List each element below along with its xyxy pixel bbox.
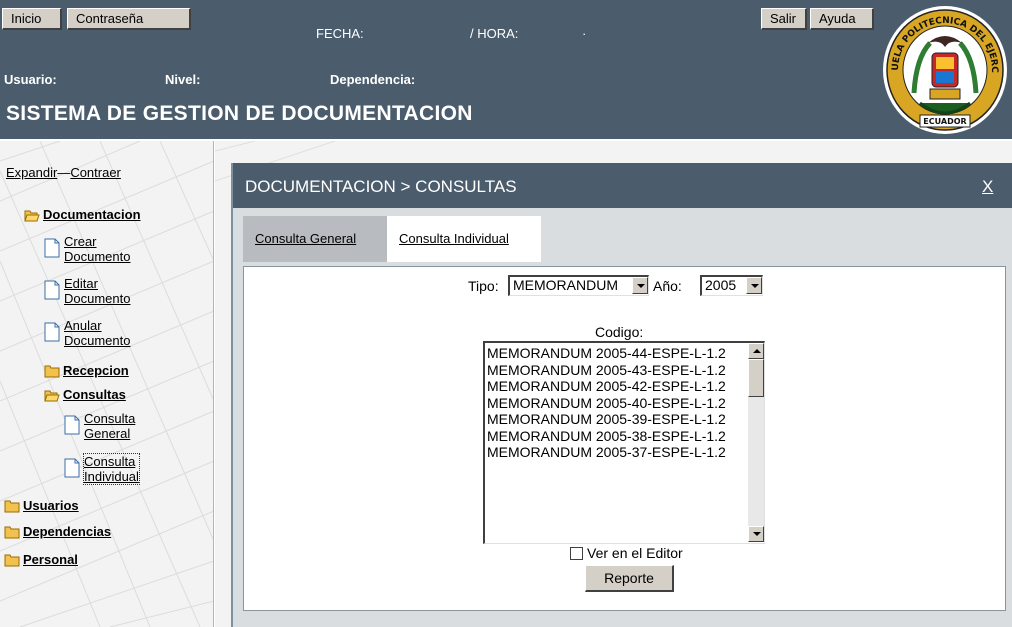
- folder-icon: [4, 526, 20, 539]
- document-icon: [44, 238, 60, 258]
- inicio-button[interactable]: Inicio: [2, 8, 62, 30]
- documento-label: Documento: [64, 249, 131, 264]
- fecha-label: FECHA:: [316, 26, 364, 41]
- list-item[interactable]: MEMORANDUM 2005-37-ESPE-L-1.2: [487, 444, 726, 461]
- ver-editor-label: Ver en el Editor: [587, 545, 683, 561]
- anio-select[interactable]: 2005: [700, 275, 763, 296]
- ayuda-button[interactable]: Ayuda: [810, 8, 874, 30]
- usuario-label: Usuario:: [4, 72, 57, 87]
- document-icon: [64, 458, 80, 478]
- tree-folder-documentacion[interactable]: Documentacion: [24, 207, 141, 223]
- documento-label: Documento: [64, 291, 131, 306]
- folder-icon: [4, 500, 20, 513]
- tree-folder-personal[interactable]: Personal: [4, 552, 78, 568]
- dependencia-label: Dependencia:: [330, 72, 416, 87]
- listbox-scrollbar[interactable]: [748, 343, 764, 542]
- svg-text:ECUADOR: ECUADOR: [923, 117, 966, 126]
- tipo-selected-value: MEMORANDUM: [513, 277, 618, 293]
- document-icon: [44, 322, 60, 342]
- tree-folder-consultas[interactable]: Consultas: [44, 387, 126, 403]
- tree-item-anular-documento[interactable]: Anular Documento: [44, 318, 130, 348]
- consulta-form: Tipo: MEMORANDUM Año: 2005 Codigo: MEMOR…: [243, 266, 1006, 611]
- ver-editor-row: Ver en el Editor: [570, 545, 683, 561]
- document-icon: [44, 280, 60, 300]
- dropdown-arrow-icon[interactable]: [746, 277, 762, 294]
- consultas-panel: DOCUMENTACION > CONSULTAS X Consulta Gen…: [231, 163, 1012, 627]
- tree-item-editar-documento[interactable]: Editar Documento: [44, 276, 130, 306]
- documento-label: Documento: [64, 333, 131, 348]
- tree-folder-usuarios[interactable]: Usuarios: [4, 498, 79, 514]
- folder-icon: [44, 365, 60, 378]
- contrasena-button[interactable]: Contraseña: [67, 8, 191, 30]
- list-item[interactable]: MEMORANDUM 2005-43-ESPE-L-1.2: [487, 362, 726, 379]
- panel-header: DOCUMENTACION > CONSULTAS X: [233, 163, 1012, 208]
- folder-icon: [4, 554, 20, 567]
- hora-label: / HORA:: [470, 26, 519, 41]
- anio-label: Año:: [653, 278, 682, 294]
- ver-editor-checkbox[interactable]: [570, 546, 583, 560]
- tipo-select[interactable]: MEMORANDUM: [508, 275, 649, 296]
- expand-collapse-row: Expandir—Contraer: [6, 165, 121, 180]
- document-icon: [64, 415, 80, 435]
- list-item[interactable]: MEMORANDUM 2005-38-ESPE-L-1.2: [487, 428, 726, 445]
- open-folder-icon: [44, 390, 60, 402]
- tab-consulta-individual[interactable]: Consulta Individual: [387, 216, 541, 262]
- individual-label: Individual: [84, 469, 139, 484]
- editar-label: Editar: [64, 276, 98, 291]
- nivel-label: Nivel:: [165, 72, 201, 87]
- anular-label: Anular: [64, 318, 102, 333]
- consulta-label: Consulta: [84, 454, 136, 469]
- main-area: DOCUMENTACION > CONSULTAS X Consulta Gen…: [215, 141, 1012, 627]
- expandir-link[interactable]: Expandir: [6, 165, 57, 180]
- codigo-listbox[interactable]: MEMORANDUM 2005-44-ESPE-L-1.2 MEMORANDUM…: [483, 341, 765, 544]
- reporte-button[interactable]: Reporte: [585, 565, 674, 592]
- tree-folder-dependencias[interactable]: Dependencias: [4, 524, 111, 540]
- tree-item-crear-documento[interactable]: Crear Documento: [44, 234, 130, 264]
- tree-item-consulta-general[interactable]: Consulta General: [64, 411, 135, 441]
- consulta-label: Consulta: [84, 411, 136, 426]
- anio-selected-value: 2005: [705, 277, 737, 293]
- documentacion-label[interactable]: Documentacion: [43, 207, 141, 223]
- dependencias-label[interactable]: Dependencias: [23, 524, 111, 540]
- usuarios-label[interactable]: Usuarios: [23, 498, 79, 514]
- tree-folder-recepcion[interactable]: Recepcion: [44, 363, 129, 379]
- crear-label: Crear: [64, 234, 97, 249]
- scroll-up-icon[interactable]: [748, 343, 764, 359]
- recepcion-label[interactable]: Recepcion: [63, 363, 129, 379]
- personal-label[interactable]: Personal: [23, 552, 78, 568]
- sidebar: Expandir—Contraer Documentacion Crear Doc…: [0, 141, 214, 627]
- scroll-down-icon[interactable]: [748, 526, 764, 542]
- app-header: Inicio Contraseña FECHA: / HORA: · Salir…: [0, 0, 1012, 141]
- contraer-link[interactable]: Contraer: [70, 165, 121, 180]
- dropdown-arrow-icon[interactable]: [632, 277, 648, 294]
- list-item[interactable]: MEMORANDUM 2005-42-ESPE-L-1.2: [487, 378, 726, 395]
- close-panel-link[interactable]: X: [982, 177, 993, 197]
- codigo-label: Codigo:: [595, 324, 644, 340]
- consultas-label[interactable]: Consultas: [63, 387, 126, 403]
- hora-value: ·: [582, 26, 587, 41]
- tab-consulta-general[interactable]: Consulta General: [243, 216, 387, 262]
- list-item[interactable]: MEMORANDUM 2005-44-ESPE-L-1.2: [487, 345, 726, 362]
- espe-logo: ESCUELA POLITECNICA DEL EJERCITO ECUADOR: [880, 3, 1007, 134]
- salir-button[interactable]: Salir: [761, 8, 807, 30]
- tree-item-consulta-individual[interactable]: Consulta Individual: [64, 453, 140, 485]
- open-folder-icon: [24, 210, 40, 222]
- tipo-label: Tipo:: [468, 278, 499, 294]
- system-title: SISTEMA DE GESTION DE DOCUMENTACION: [6, 102, 473, 125]
- scroll-thumb[interactable]: [748, 359, 764, 397]
- list-item[interactable]: MEMORANDUM 2005-40-ESPE-L-1.2: [487, 395, 726, 412]
- separator: —: [57, 165, 71, 180]
- panel-title: DOCUMENTACION > CONSULTAS: [245, 177, 517, 196]
- list-item[interactable]: MEMORANDUM 2005-39-ESPE-L-1.2: [487, 411, 726, 428]
- general-label: General: [84, 426, 131, 441]
